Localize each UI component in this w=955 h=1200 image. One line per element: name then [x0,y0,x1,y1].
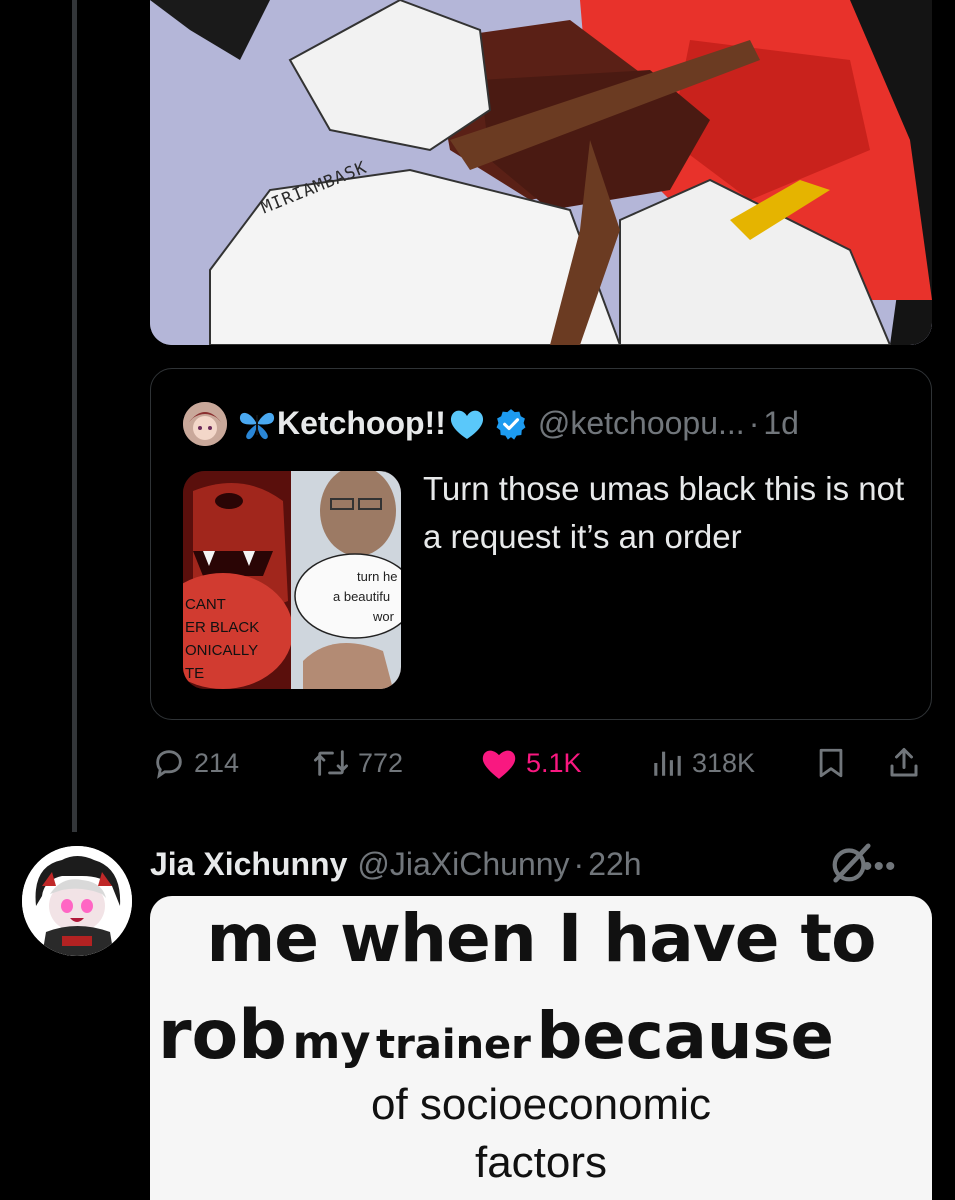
share-icon [890,748,918,777]
meme-line-1: me when I have to [206,900,877,977]
user-display-name[interactable]: Jia Xichunny [150,846,347,883]
quoted-tweet-text: Turn those umas black this is not a requ… [423,470,905,555]
thumb-text-line: CANT [185,596,226,613]
more-options-icon[interactable]: ••• [862,850,897,884]
repost-count: 772 [358,747,404,778]
quoted-timestamp[interactable]: 1d [763,405,799,442]
bookmark-icon [819,748,843,778]
quoted-media-thumbnail[interactable]: CANT ER BLACK ONICALLY TE turn he a beau… [183,471,401,689]
user-avatar[interactable] [22,846,132,956]
views-button[interactable]: 318K [650,738,755,788]
repost-button[interactable]: 772 [312,738,403,788]
tweet-timestamp[interactable]: 22h [588,846,641,883]
quoted-tweet-card[interactable]: Ketchoop!! @ketchoopu... · 1d CANT ER BL… [150,368,932,720]
like-count: 5.1K [526,747,582,778]
thumb-bubble-line: wor [373,609,394,624]
quoted-display-name[interactable]: Ketchoop!! [277,405,446,442]
bookmark-button[interactable] [814,738,848,788]
meme-line-2: rob my trainer because [158,996,834,1075]
tweet-media-meme[interactable]: me when I have to rob my trainer because… [150,896,932,1200]
thumb-text-line: ONICALLY [185,642,259,659]
thumb-text-line: ER BLACK [185,619,260,636]
tweet-separator: · [573,845,585,882]
meme-caption: of socioeconomic factors [150,1076,932,1192]
repost-icon [313,750,348,776]
thread-connector-line [72,0,77,832]
butterfly-icon [239,412,275,439]
reply-count: 214 [194,747,240,778]
reply-icon [156,750,182,779]
tweet-header: Jia Xichunny @JiaXiChunny · 22h [150,842,642,886]
artwork-illustration [150,0,932,345]
thumb-text-line: TE [185,665,205,682]
thumb-bubble-line: a beautifu [333,589,391,604]
reply-button[interactable]: 214 [152,738,239,788]
share-button[interactable] [886,738,922,788]
like-button[interactable]: 5.1K [480,738,582,788]
meme-word-trainer: trainer [376,1022,531,1068]
tweet-action-bar: 214 772 5.1K 318K [150,738,932,788]
user-handle[interactable]: @JiaXiChunny [357,846,569,883]
views-chart-icon [654,751,681,776]
quoted-tweet-header: Ketchoop!! @ketchoopu... · 1d [237,405,799,442]
quoted-user-avatar[interactable] [183,402,227,446]
thumb-bubble-line: turn he [357,569,398,584]
heart-icon-filled [482,750,516,779]
meme-line-3: of socioeconomic [371,1080,711,1129]
tweet-media-artwork[interactable]: MIRIAMBASK [150,0,932,345]
meme-word-my: my [292,1015,371,1069]
meme-word-rob: rob [158,996,287,1075]
view-count: 318K [692,747,756,778]
verified-badge-icon [496,408,526,440]
light-blue-heart-icon [450,410,483,439]
quoted-separator: · [748,405,760,441]
meme-word-because: because [536,1000,834,1074]
quoted-handle[interactable]: @ketchoopu... [538,405,745,442]
meme-line-4: factors [474,1138,608,1187]
